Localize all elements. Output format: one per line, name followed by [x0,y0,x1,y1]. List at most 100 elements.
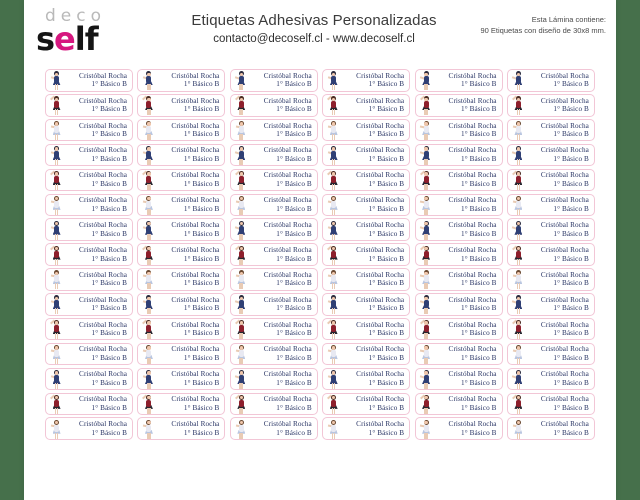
name-label[interactable]: Cristóbal Rocha 1° Básico B [45,193,134,217]
name-label[interactable]: Cristóbal Rocha 1° Básico B [137,218,226,241]
name-label[interactable]: Cristóbal Rocha 1° Básico B [506,268,595,291]
name-label[interactable]: Cristóbal Rocha 1° Básico B [229,268,318,291]
name-label[interactable]: Cristóbal Rocha 1° Básico B [229,317,318,341]
name-label[interactable]: Cristóbal Rocha 1° Básico B [414,317,503,341]
name-label[interactable]: Cristóbal Rocha 1° Básico B [322,317,411,341]
name-label[interactable]: Cristóbal Rocha 1° Básico B [506,143,595,167]
name-label[interactable]: Cristóbal Rocha 1° Básico B [506,342,595,366]
name-label[interactable]: Cristóbal Rocha 1° Básico B [45,218,134,241]
name-label[interactable]: Cristóbal Rocha 1° Básico B [45,268,134,291]
name-label[interactable]: Cristóbal Rocha 1° Básico B [322,69,411,92]
name-label[interactable]: Cristóbal Rocha 1° Básico B [137,342,226,366]
name-label[interactable]: Cristóbal Rocha 1° Básico B [322,268,411,291]
name-label[interactable]: Cristóbal Rocha 1° Básico B [506,94,595,117]
name-label[interactable]: Cristóbal Rocha 1° Básico B [506,168,595,192]
name-label[interactable]: Cristóbal Rocha 1° Básico B [229,94,318,117]
name-label[interactable]: Cristóbal Rocha 1° Básico B [322,193,411,217]
name-label[interactable]: Cristóbal Rocha 1° Básico B [506,392,595,416]
name-label[interactable]: Cristóbal Rocha 1° Básico B [414,268,503,291]
name-label[interactable]: Cristóbal Rocha 1° Básico B [45,69,134,92]
name-label[interactable]: Cristóbal Rocha 1° Básico B [229,218,318,241]
name-label[interactable]: Cristóbal Rocha 1° Básico B [414,69,503,92]
name-label[interactable]: Cristóbal Rocha 1° Básico B [322,392,411,416]
name-label[interactable]: Cristóbal Rocha 1° Básico B [137,168,226,192]
name-label[interactable]: Cristóbal Rocha 1° Básico B [322,417,411,440]
name-label[interactable]: Cristóbal Rocha 1° Básico B [322,342,411,366]
name-label[interactable]: Cristóbal Rocha 1° Básico B [414,118,503,142]
name-label[interactable]: Cristóbal Rocha 1° Básico B [322,168,411,192]
name-label[interactable]: Cristóbal Rocha 1° Básico B [45,367,134,391]
name-label[interactable]: Cristóbal Rocha 1° Básico B [229,392,318,416]
name-label[interactable]: Cristóbal Rocha 1° Básico B [506,293,595,316]
name-label[interactable]: Cristóbal Rocha 1° Básico B [506,69,595,92]
name-label[interactable]: Cristóbal Rocha 1° Básico B [414,193,503,217]
label-grade: 1° Básico B [368,254,405,263]
name-label[interactable]: Cristóbal Rocha 1° Básico B [137,417,226,440]
name-label[interactable]: Cristóbal Rocha 1° Básico B [229,417,318,440]
name-label[interactable]: Cristóbal Rocha 1° Básico B [322,143,411,167]
name-label[interactable]: Cristóbal Rocha 1° Básico B [506,118,595,142]
name-label[interactable]: Cristóbal Rocha 1° Básico B [137,392,226,416]
name-label[interactable]: Cristóbal Rocha 1° Básico B [506,317,595,341]
label-text: Cristóbal Rocha 1° Básico B [527,420,594,437]
doll-figure-icon [49,120,65,141]
name-label[interactable]: Cristóbal Rocha 1° Básico B [322,243,411,266]
name-label[interactable]: Cristóbal Rocha 1° Básico B [45,243,134,266]
name-label[interactable]: Cristóbal Rocha 1° Básico B [137,293,226,316]
name-label[interactable]: Cristóbal Rocha 1° Básico B [506,218,595,241]
name-label[interactable]: Cristóbal Rocha 1° Básico B [45,94,134,117]
name-label[interactable]: Cristóbal Rocha 1° Básico B [229,118,318,142]
name-label[interactable]: Cristóbal Rocha 1° Básico B [322,293,411,316]
name-label[interactable]: Cristóbal Rocha 1° Básico B [506,367,595,391]
label-text: Cristóbal Rocha 1° Básico B [435,345,502,362]
name-label[interactable]: Cristóbal Rocha 1° Básico B [137,317,226,341]
name-label[interactable]: Cristóbal Rocha 1° Básico B [322,367,411,391]
name-label[interactable]: Cristóbal Rocha 1° Básico B [45,168,134,192]
name-label[interactable]: Cristóbal Rocha 1° Básico B [45,317,134,341]
name-label[interactable]: Cristóbal Rocha 1° Básico B [506,193,595,217]
name-label[interactable]: Cristóbal Rocha 1° Básico B [229,367,318,391]
name-label[interactable]: Cristóbal Rocha 1° Básico B [322,118,411,142]
name-label[interactable]: Cristóbal Rocha 1° Básico B [229,243,318,266]
name-label[interactable]: Cristóbal Rocha 1° Básico B [137,367,226,391]
name-label[interactable]: Cristóbal Rocha 1° Básico B [137,69,226,92]
name-label[interactable]: Cristóbal Rocha 1° Básico B [137,193,226,217]
name-label[interactable]: Cristóbal Rocha 1° Básico B [414,243,503,266]
name-label[interactable]: Cristóbal Rocha 1° Básico B [414,367,503,391]
name-label[interactable]: Cristóbal Rocha 1° Básico B [229,342,318,366]
label-text: Cristóbal Rocha 1° Básico B [435,97,502,114]
name-label[interactable]: Cristóbal Rocha 1° Básico B [229,143,318,167]
doll-figure-icon [511,145,527,166]
name-label[interactable]: Cristóbal Rocha 1° Básico B [45,118,134,142]
name-label[interactable]: Cristóbal Rocha 1° Básico B [45,342,134,366]
name-label[interactable]: Cristóbal Rocha 1° Básico B [414,293,503,316]
name-label[interactable]: Cristóbal Rocha 1° Básico B [45,293,134,316]
name-label[interactable]: Cristóbal Rocha 1° Básico B [414,417,503,440]
name-label[interactable]: Cristóbal Rocha 1° Básico B [322,94,411,117]
label-text: Cristóbal Rocha 1° Básico B [527,321,594,338]
name-label[interactable]: Cristóbal Rocha 1° Básico B [137,143,226,167]
name-label[interactable]: Cristóbal Rocha 1° Básico B [229,293,318,316]
name-label[interactable]: Cristóbal Rocha 1° Básico B [414,218,503,241]
doll-figure-icon [49,145,65,166]
name-label[interactable]: Cristóbal Rocha 1° Básico B [45,417,134,440]
name-label[interactable]: Cristóbal Rocha 1° Básico B [229,69,318,92]
name-label[interactable]: Cristóbal Rocha 1° Básico B [137,118,226,142]
name-label[interactable]: Cristóbal Rocha 1° Básico B [45,392,134,416]
label-text: Cristóbal Rocha 1° Básico B [157,72,224,89]
name-label[interactable]: Cristóbal Rocha 1° Básico B [414,143,503,167]
name-label[interactable]: Cristóbal Rocha 1° Básico B [414,168,503,192]
name-label[interactable]: Cristóbal Rocha 1° Básico B [45,143,134,167]
name-label[interactable]: Cristóbal Rocha 1° Básico B [137,243,226,266]
name-label[interactable]: Cristóbal Rocha 1° Básico B [137,94,226,117]
name-label[interactable]: Cristóbal Rocha 1° Básico B [414,94,503,117]
name-label[interactable]: Cristóbal Rocha 1° Básico B [229,193,318,217]
name-label[interactable]: Cristóbal Rocha 1° Básico B [414,392,503,416]
name-label[interactable]: Cristóbal Rocha 1° Básico B [137,268,226,291]
name-label[interactable]: Cristóbal Rocha 1° Básico B [414,342,503,366]
name-label[interactable]: Cristóbal Rocha 1° Básico B [229,168,318,192]
name-label[interactable]: Cristóbal Rocha 1° Básico B [506,417,595,440]
name-label[interactable]: Cristóbal Rocha 1° Básico B [322,218,411,241]
name-label[interactable]: Cristóbal Rocha 1° Básico B [506,243,595,266]
label-row: Cristóbal Rocha 1° Básico B Cristóbal Roch… [43,242,597,267]
